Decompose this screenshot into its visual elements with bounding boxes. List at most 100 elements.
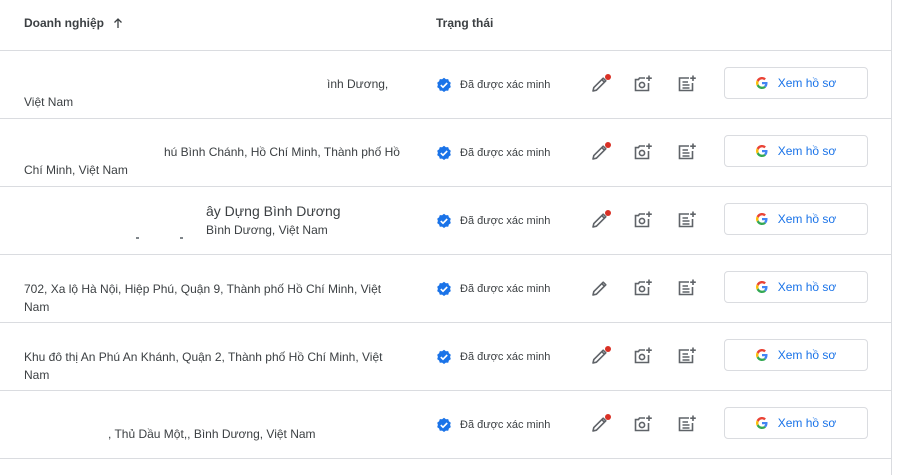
verification-status: Đã được xác minh	[436, 145, 550, 161]
add-photo-icon	[634, 347, 652, 364]
view-profile-button[interactable]: Xem hồ sơ	[724, 135, 868, 167]
business-address: ây Dựng Bình Dương Bình Dương, Việt Nam	[24, 187, 394, 255]
add-post-button[interactable]	[676, 141, 698, 163]
add-post-icon	[678, 347, 696, 364]
verification-status: Đã được xác minh	[436, 281, 550, 297]
google-g-icon	[755, 77, 768, 89]
verification-status: Đã được xác minh	[436, 213, 550, 229]
view-profile-label: Xem hồ sơ	[777, 212, 837, 226]
business-address: , Thủ Dầu Một,, Bình Dương, Việt Nam	[24, 391, 394, 459]
google-g-icon	[755, 281, 768, 293]
add-post-icon	[678, 279, 696, 296]
add-post-icon	[678, 143, 696, 160]
add-photo-button[interactable]	[632, 209, 654, 231]
address-line: ây Dựng Bình Dương	[206, 203, 341, 219]
notification-dot	[605, 74, 611, 80]
verified-badge-icon	[437, 349, 451, 364]
text-fragment	[180, 237, 183, 239]
status-text: Đã được xác minh	[460, 79, 551, 91]
address-line: Nam	[24, 300, 50, 314]
view-profile-label: Xem hồ sơ	[777, 416, 837, 430]
business-address: ình Dương, Việt Nam	[24, 51, 394, 119]
add-photo-icon	[634, 211, 652, 228]
add-photo-icon	[634, 415, 652, 432]
add-photo-button[interactable]	[632, 141, 654, 163]
edit-profile-button[interactable]	[589, 413, 611, 435]
verified-badge-icon	[437, 77, 451, 92]
verification-status: Đã được xác minh	[436, 77, 550, 93]
status-column-header: Trạng thái	[436, 16, 494, 30]
business-column-header[interactable]: Doanh nghiệp	[24, 16, 124, 30]
status-text: Đã được xác minh	[460, 419, 551, 431]
add-post-icon	[678, 75, 696, 92]
address-line: Bình Dương, Việt Nam	[206, 223, 328, 237]
business-list: Doanh nghiệp Trạng thái ình Dương, Việt …	[0, 0, 910, 475]
status-text: Đã được xác minh	[460, 147, 551, 159]
google-g-icon	[755, 145, 768, 157]
add-post-button[interactable]	[676, 209, 698, 231]
add-photo-button[interactable]	[632, 277, 654, 299]
business-address: Khu đô thị An Phú An Khánh, Quận 2, Thàn…	[24, 323, 394, 391]
view-profile-label: Xem hồ sơ	[777, 280, 837, 294]
status-text: Đã được xác minh	[460, 215, 551, 227]
status-text: Đã được xác minh	[460, 283, 551, 295]
view-profile-button[interactable]: Xem hồ sơ	[724, 407, 868, 439]
address-line: Chí Minh, Việt Nam	[24, 163, 128, 177]
pencil-icon	[592, 281, 607, 296]
table-header: Doanh nghiệp Trạng thái	[0, 0, 891, 51]
edit-profile-button[interactable]	[589, 73, 611, 95]
add-post-button[interactable]	[676, 345, 698, 367]
table-row: ây Dựng Bình Dương Bình Dương, Việt Nam …	[0, 187, 891, 255]
edit-profile-button[interactable]	[589, 209, 611, 231]
add-post-button[interactable]	[676, 413, 698, 435]
arrow-up-icon	[114, 18, 122, 28]
business-address: hú Bình Chánh, Hồ Chí Minh, Thành phố Hồ…	[24, 119, 400, 187]
add-photo-button[interactable]	[632, 73, 654, 95]
add-photo-button[interactable]	[632, 345, 654, 367]
verified-badge-icon	[437, 281, 451, 296]
add-post-button[interactable]	[676, 277, 698, 299]
table-row: 702, Xa lộ Hà Nội, Hiệp Phú, Quận 9, Thà…	[0, 255, 891, 323]
add-photo-icon	[634, 279, 652, 296]
status-text: Đã được xác minh	[460, 351, 551, 363]
address-line: Nam	[24, 368, 50, 382]
address-line: Việt Nam	[24, 95, 74, 109]
view-profile-button[interactable]: Xem hồ sơ	[724, 203, 868, 235]
table-row: hú Bình Chánh, Hồ Chí Minh, Thành phố Hồ…	[0, 119, 891, 187]
verified-badge-icon	[437, 213, 451, 228]
add-photo-button[interactable]	[632, 413, 654, 435]
edit-profile-button[interactable]	[589, 345, 611, 367]
google-g-icon	[755, 213, 768, 225]
view-profile-button[interactable]: Xem hồ sơ	[724, 67, 868, 99]
add-photo-icon	[634, 75, 652, 92]
google-g-icon	[755, 349, 768, 361]
add-post-icon	[678, 415, 696, 432]
notification-dot	[605, 346, 611, 352]
address-line: Khu đô thị An Phú An Khánh, Quận 2, Thàn…	[24, 350, 383, 364]
view-profile-button[interactable]: Xem hồ sơ	[724, 339, 868, 371]
view-profile-label: Xem hồ sơ	[777, 76, 837, 90]
view-profile-label: Xem hồ sơ	[777, 144, 837, 158]
table-row: Khu đô thị An Phú An Khánh, Quận 2, Thàn…	[0, 323, 891, 391]
add-post-icon	[678, 211, 696, 228]
add-photo-icon	[634, 143, 652, 160]
address-line: ình Dương,	[327, 77, 389, 91]
business-header-label: Doanh nghiệp	[24, 16, 104, 30]
google-g-icon	[755, 417, 768, 429]
vertical-divider	[891, 0, 892, 475]
table-row: ình Dương, Việt Nam Đã được xác minh Xem…	[0, 51, 891, 119]
address-line: , Thủ Dầu Một,, Bình Dương, Việt Nam	[108, 427, 316, 441]
add-post-button[interactable]	[676, 73, 698, 95]
edit-profile-button[interactable]	[589, 277, 611, 299]
verified-badge-icon	[437, 145, 451, 160]
business-address: 702, Xa lộ Hà Nội, Hiệp Phú, Quận 9, Thà…	[24, 255, 394, 323]
edit-profile-button[interactable]	[589, 141, 611, 163]
notification-dot	[605, 142, 611, 148]
text-fragment	[136, 237, 139, 239]
verified-badge-icon	[437, 417, 451, 432]
address-line: 702, Xa lộ Hà Nội, Hiệp Phú, Quận 9, Thà…	[24, 282, 382, 296]
view-profile-button[interactable]: Xem hồ sơ	[724, 271, 868, 303]
table-row: , Thủ Dầu Một,, Bình Dương, Việt Nam Đã …	[0, 391, 891, 459]
notification-dot	[605, 414, 611, 420]
view-profile-label: Xem hồ sơ	[777, 348, 837, 362]
